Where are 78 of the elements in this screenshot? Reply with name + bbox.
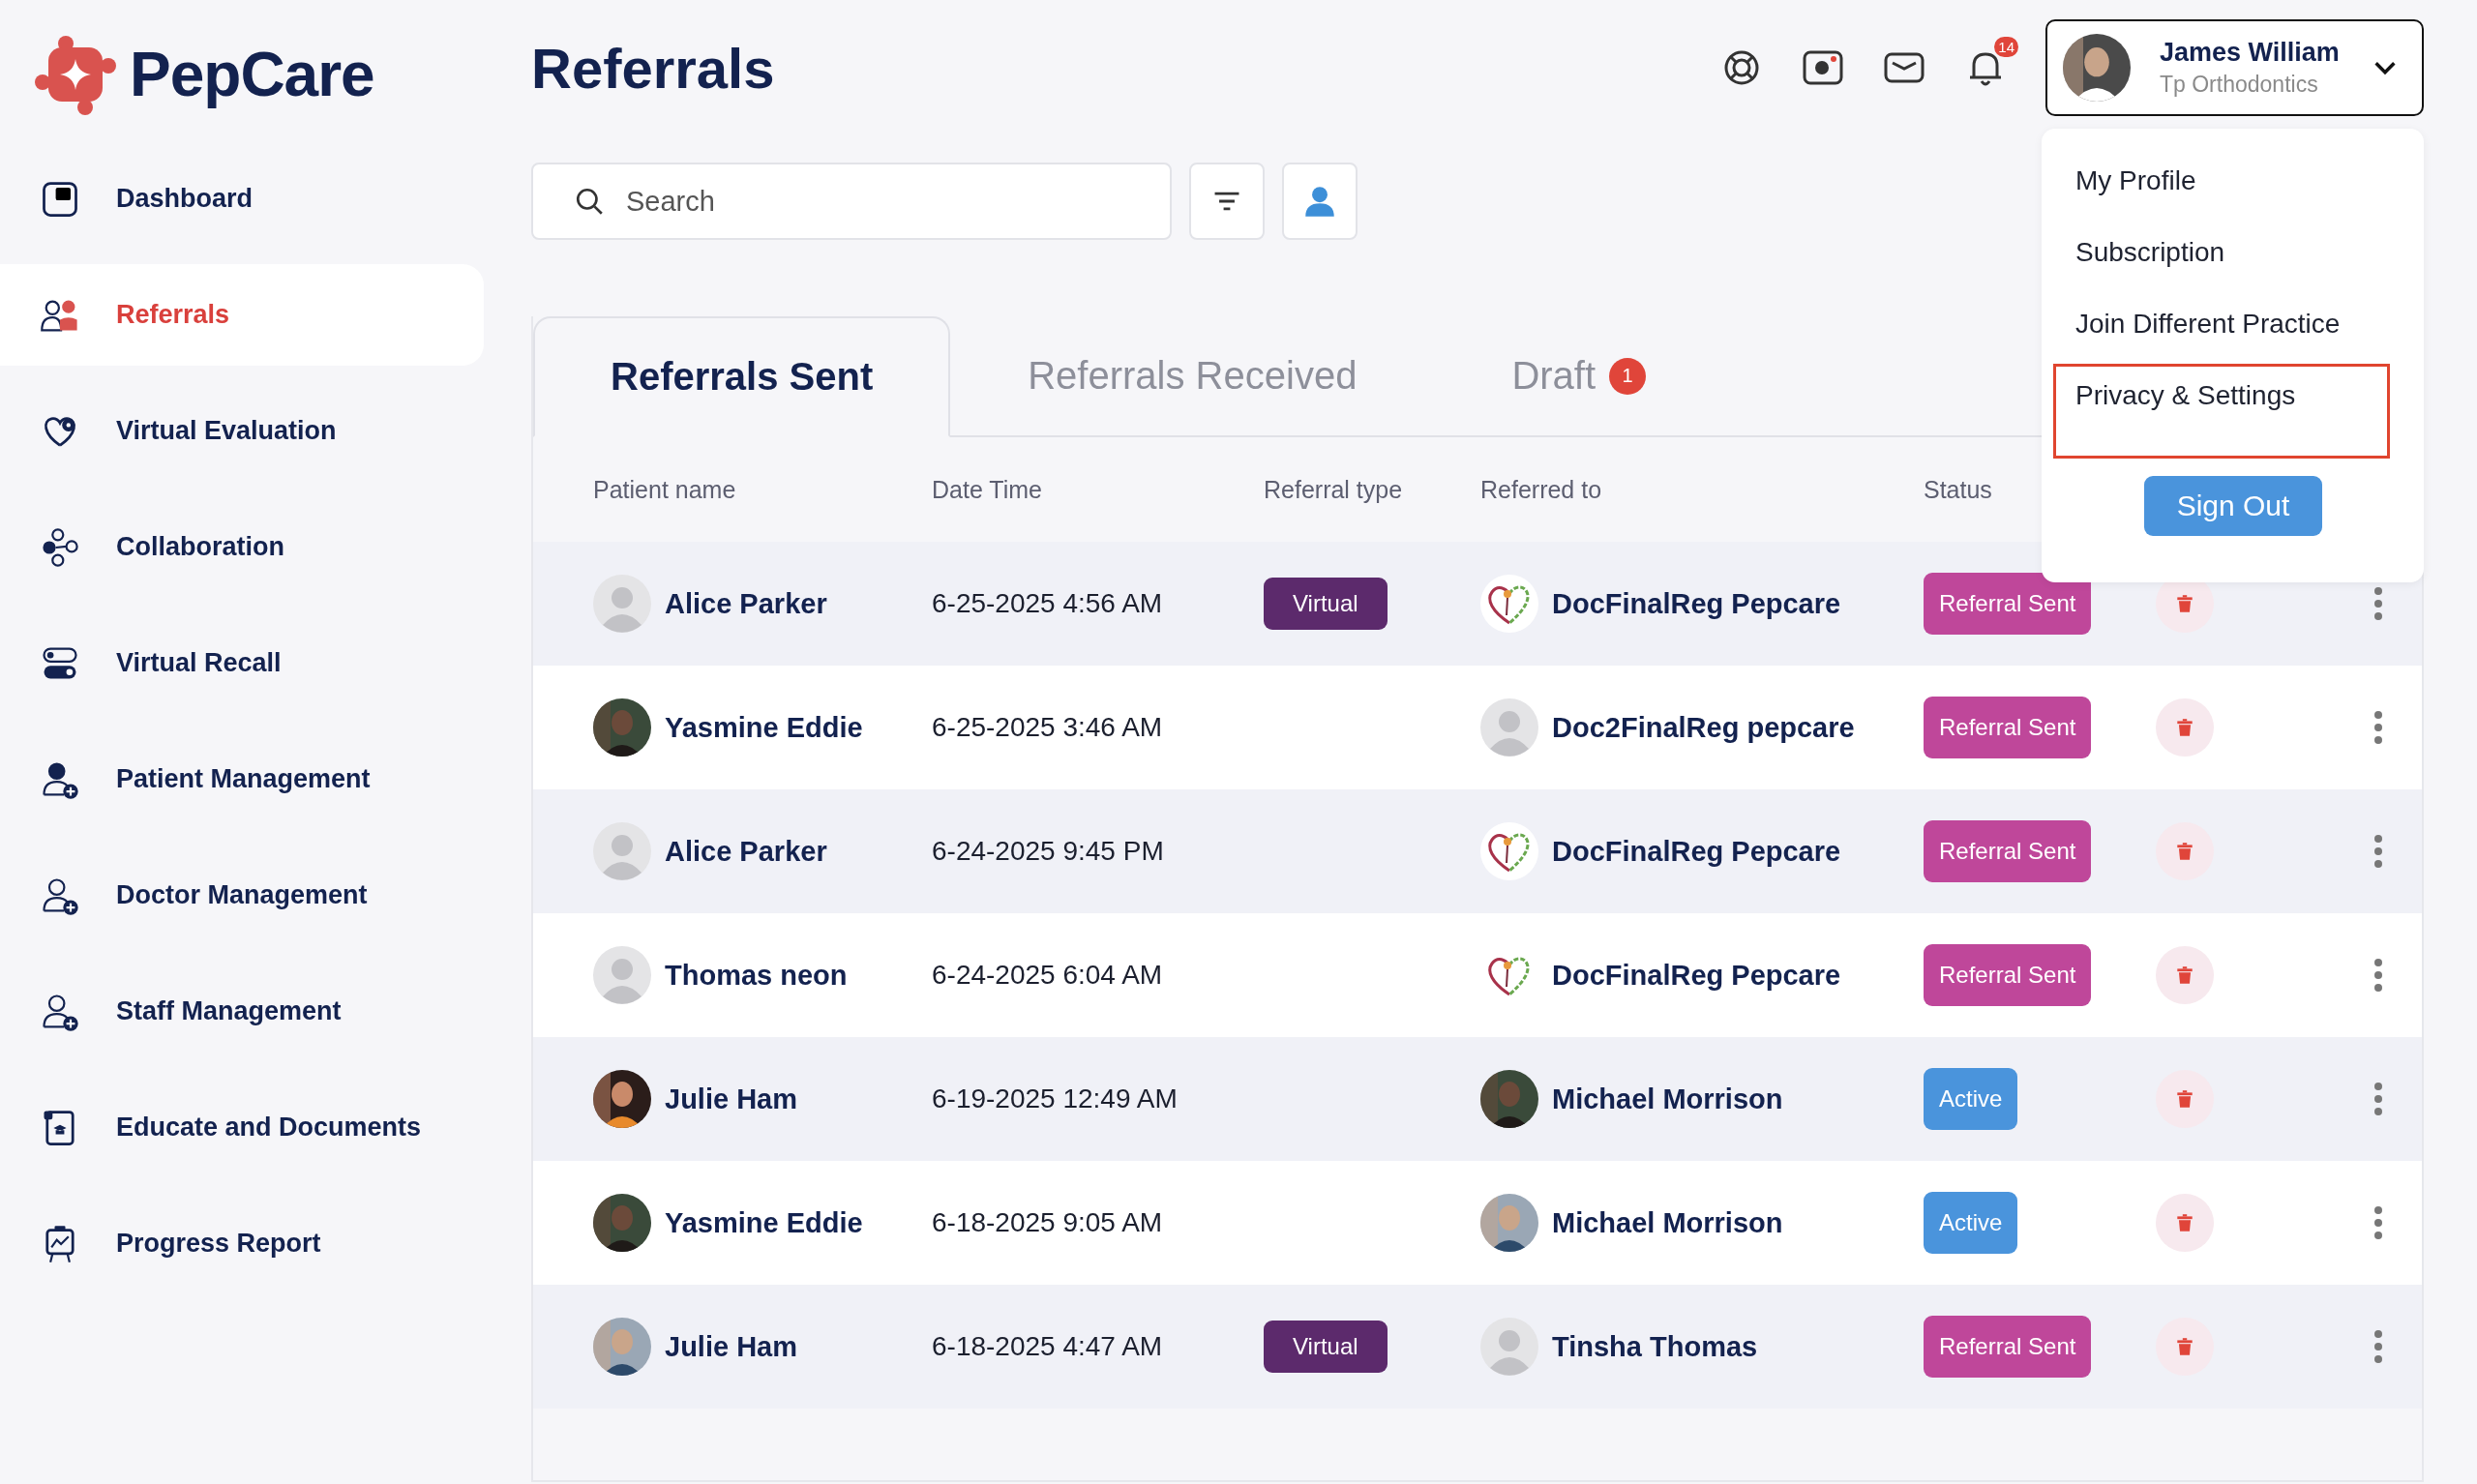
search-field[interactable]: Search xyxy=(531,163,1172,240)
more-icon[interactable] xyxy=(2373,586,2383,621)
column-header: Referral type xyxy=(1264,475,1404,504)
status-tag: Referral Sent xyxy=(1924,820,2092,882)
date-time: 6-18-2025 4:47 AM xyxy=(932,1331,1164,1362)
date-time: 6-24-2025 9:45 PM xyxy=(932,836,1165,867)
sidebar-item[interactable]: Educate and Documents xyxy=(0,1077,484,1178)
referral-type-tag: Virtual xyxy=(1264,1321,1388,1373)
column-header: Referred to xyxy=(1480,475,1603,504)
logo-text: PepCare xyxy=(130,39,374,110)
sidebar-item[interactable]: Staff Management xyxy=(0,961,484,1062)
date-time: 6-19-2025 12:49 AM xyxy=(932,1083,1179,1114)
menu-item[interactable]: Subscription xyxy=(2053,221,2390,284)
trash-icon xyxy=(2174,717,2195,738)
sidebar-item[interactable]: Virtual Recall xyxy=(0,612,484,714)
patient-name: Julie Ham xyxy=(665,1330,797,1363)
filter-button[interactable] xyxy=(1189,163,1265,240)
doctor-name: Tinsha Thomas xyxy=(1552,1330,1758,1363)
trash-icon xyxy=(2174,965,2195,986)
status-tag: Referral Sent xyxy=(1924,573,2092,635)
patient-name: Alice Parker xyxy=(665,835,827,868)
sidebar-item[interactable]: Patient Management xyxy=(0,728,484,830)
column-header: Date Time xyxy=(932,475,1043,504)
date-time: 6-18-2025 9:05 AM xyxy=(932,1207,1164,1238)
more-icon[interactable] xyxy=(2373,1329,2383,1364)
trash-icon xyxy=(2174,1336,2195,1357)
sidebar-item[interactable]: Referrals xyxy=(0,264,484,366)
more-icon[interactable] xyxy=(2373,958,2383,993)
status-tag: Referral Sent xyxy=(1924,944,2092,1006)
menu-item[interactable]: Join Different Practice xyxy=(2053,292,2390,356)
status-tag: Referral Sent xyxy=(1924,1316,2092,1378)
doctor-name: DocFinalReg Pepcare xyxy=(1552,959,1841,992)
user-name: James William xyxy=(2160,38,2341,68)
person-button[interactable] xyxy=(1282,163,1358,240)
doctor-name: Michael Morrison xyxy=(1552,1083,1783,1115)
date-time: 6-25-2025 4:56 AM xyxy=(932,588,1164,619)
trash-icon xyxy=(2174,593,2195,614)
column-header: Status xyxy=(1924,475,1993,504)
sidebar-item[interactable]: Dashboard xyxy=(0,148,484,250)
menu-item[interactable]: My Profile xyxy=(2053,149,2390,213)
profile-menu-button[interactable]: James William Tp Orthodontics xyxy=(2045,19,2424,116)
notification-badge: 14 xyxy=(1994,37,2018,57)
doctor-name: Doc2FinalReg pepcare xyxy=(1552,711,1855,744)
status-tag: Active xyxy=(1924,1192,2018,1254)
person-icon xyxy=(1303,185,1336,218)
trash-icon xyxy=(2174,1088,2195,1110)
more-icon[interactable] xyxy=(2373,834,2383,869)
more-icon[interactable] xyxy=(2373,1205,2383,1240)
doctor-name: DocFinalReg Pepcare xyxy=(1552,587,1841,620)
patient-name: Yasmine Eddie xyxy=(665,711,863,744)
count-badge: 1 xyxy=(1609,357,1647,395)
page-title: Referrals xyxy=(531,35,775,101)
date-time: 6-24-2025 6:04 AM xyxy=(932,960,1164,991)
trash-icon xyxy=(2174,841,2195,862)
status-tag: Referral Sent xyxy=(1924,697,2092,758)
sidebar-item[interactable]: Collaboration xyxy=(0,496,484,598)
patient-name: Yasmine Eddie xyxy=(665,1206,863,1239)
status-tag: Active xyxy=(1924,1068,2018,1130)
sidebar-item[interactable]: Doctor Management xyxy=(0,845,484,946)
tab[interactable]: Draft 1 xyxy=(1434,316,1724,437)
practice-name: Tp Orthodontics xyxy=(2160,72,2319,98)
column-header: Patient name xyxy=(593,475,737,504)
referral-type-tag: Virtual xyxy=(1264,578,1388,630)
menu-item[interactable]: Privacy & Settings xyxy=(2053,364,2390,459)
sidebar-item[interactable]: Virtual Evaluation xyxy=(0,380,484,482)
doctor-name: Michael Morrison xyxy=(1552,1206,1783,1239)
search-icon xyxy=(574,186,605,217)
doctor-name: DocFinalReg Pepcare xyxy=(1552,835,1841,868)
trash-icon xyxy=(2174,1212,2195,1233)
patient-name: Julie Ham xyxy=(665,1083,797,1115)
logo-icon xyxy=(35,34,116,115)
patient-name: Alice Parker xyxy=(665,587,827,620)
more-icon[interactable] xyxy=(2373,710,2383,745)
sidebar-item[interactable]: Progress Report xyxy=(0,1193,484,1294)
more-icon[interactable] xyxy=(2373,1082,2383,1116)
patient-name: Thomas neon xyxy=(665,959,848,992)
date-time: 6-25-2025 3:46 AM xyxy=(932,712,1164,743)
tab[interactable]: Referrals Sent xyxy=(533,316,951,437)
